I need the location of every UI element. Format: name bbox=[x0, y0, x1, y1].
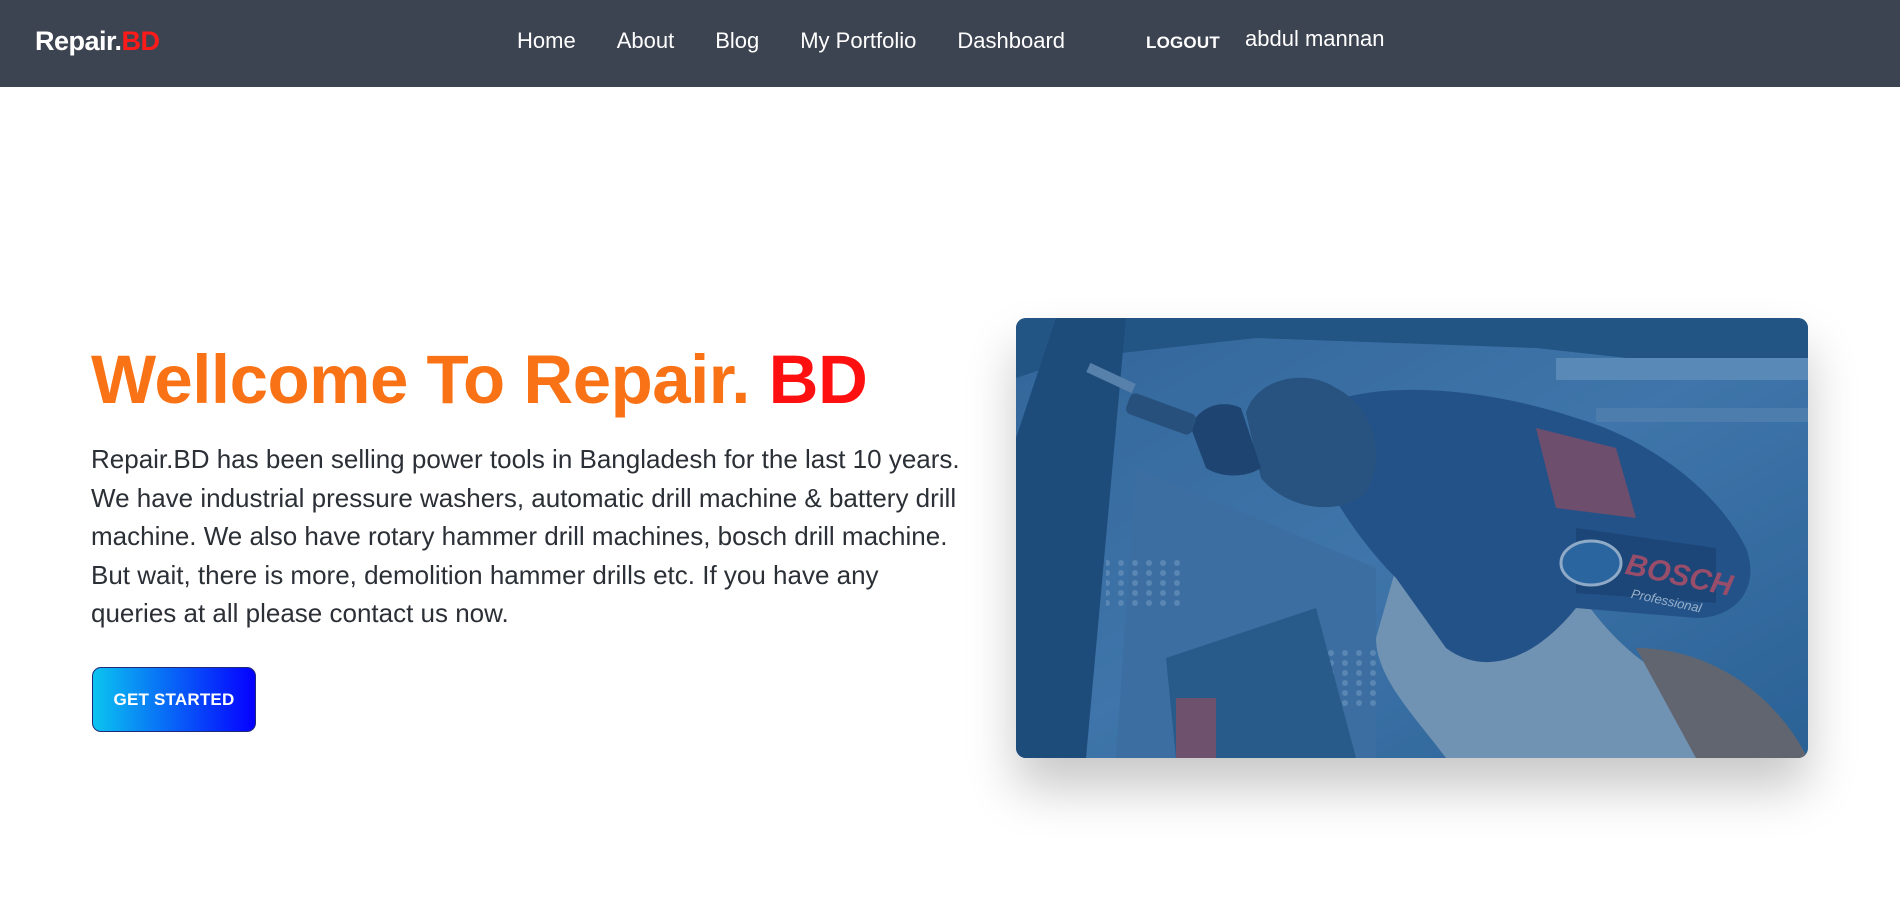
top-navbar: Repair.BD Home About Blog My Portfolio D… bbox=[0, 0, 1900, 87]
hero-drill-image: BOSCH Professional bbox=[1016, 318, 1808, 758]
hero-content: Wellcome To Repair. BD Repair.BD has bee… bbox=[91, 340, 971, 633]
hero-title-main: Wellcome To Repair. bbox=[91, 341, 769, 418]
get-started-button[interactable]: GET STARTED bbox=[92, 667, 256, 732]
power-drill-illustration: BOSCH Professional bbox=[1016, 318, 1808, 758]
brand-main-text: Repair. bbox=[35, 26, 122, 56]
nav-link-blog[interactable]: Blog bbox=[715, 28, 759, 54]
logout-button[interactable]: LOGOUT bbox=[1146, 33, 1220, 53]
hero-description: Repair.BD has been selling power tools i… bbox=[91, 444, 960, 628]
main-nav: Home About Blog My Portfolio Dashboard bbox=[517, 28, 1106, 54]
hero-title-accent: BD bbox=[768, 341, 868, 418]
hero-title: Wellcome To Repair. BD bbox=[91, 340, 971, 420]
nav-link-about[interactable]: About bbox=[617, 28, 675, 54]
nav-link-home[interactable]: Home bbox=[517, 28, 576, 54]
brand-logo[interactable]: Repair.BD bbox=[35, 26, 160, 57]
nav-link-my-portfolio[interactable]: My Portfolio bbox=[800, 28, 916, 54]
brand-accent-text: BD bbox=[121, 26, 161, 56]
user-name: abdul mannan bbox=[1245, 26, 1385, 51]
nav-link-dashboard[interactable]: Dashboard bbox=[957, 28, 1065, 54]
